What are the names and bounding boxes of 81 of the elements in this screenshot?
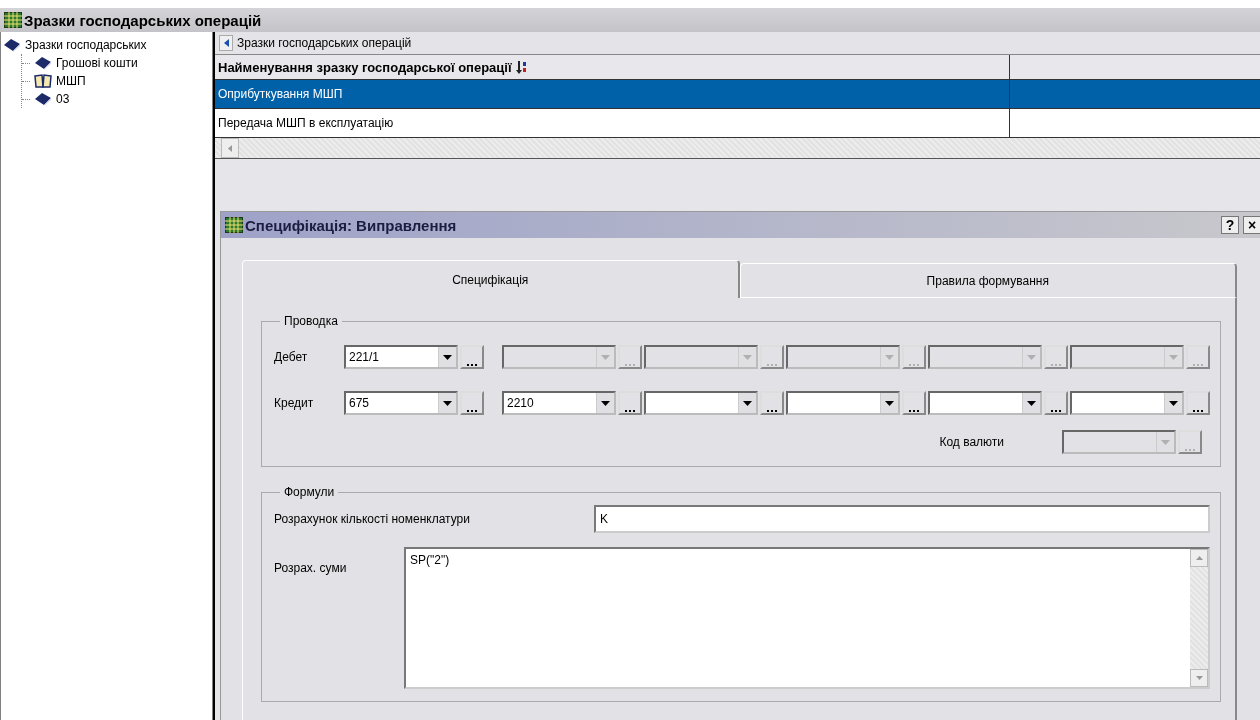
dots-icon <box>909 407 919 413</box>
caret-icon <box>885 354 894 360</box>
tree-item[interactable]: МШП <box>22 72 210 90</box>
table-icon <box>225 217 243 233</box>
text-area[interactable]: SP("2") <box>404 547 1210 689</box>
field-label: Кредит <box>274 396 315 410</box>
field-label: Дебет <box>274 350 309 364</box>
scroll-down-icon <box>1195 676 1203 680</box>
account-dropdown[interactable]: 675 <box>344 391 458 415</box>
account-dropdown[interactable] <box>928 391 1042 415</box>
dots-icon <box>1193 361 1203 367</box>
vertical-scrollbar[interactable] <box>1190 549 1208 687</box>
back-icon <box>223 39 229 47</box>
tab[interactable]: Правила формування <box>739 263 1237 298</box>
table-row[interactable]: Оприбуткування МШП <box>215 80 1260 109</box>
browse-button[interactable] <box>460 391 484 415</box>
field-label: Код валюти <box>939 435 1004 449</box>
dots-icon <box>625 407 635 413</box>
caret-icon <box>1161 439 1170 445</box>
caret-icon <box>1169 354 1178 360</box>
tree-item[interactable]: Грошові кошти <box>22 54 210 72</box>
column-header[interactable]: Найменування зразку господарської операції <box>215 55 1010 79</box>
browse-button[interactable] <box>902 391 926 415</box>
caret-icon <box>1169 400 1178 406</box>
browse-button[interactable] <box>1044 391 1068 415</box>
browse-button[interactable] <box>760 345 784 369</box>
browse-button[interactable] <box>1044 345 1068 369</box>
dots-icon <box>767 407 777 413</box>
tree-item[interactable]: Зразки господарських <box>3 36 210 54</box>
input-field[interactable]: K <box>594 505 1210 533</box>
dots-icon <box>467 361 477 367</box>
group-title: Формули <box>283 485 336 499</box>
table-cell: Передача МШП в експлуатацію <box>218 116 394 130</box>
browse-button[interactable] <box>460 345 484 369</box>
open-book-icon <box>34 74 52 88</box>
caret-icon <box>743 354 752 360</box>
browse-button[interactable] <box>618 345 642 369</box>
caret-icon <box>885 400 894 406</box>
close-button[interactable]: × <box>1243 216 1260 234</box>
caret-icon <box>1027 354 1036 360</box>
scroll-up-icon <box>1195 556 1203 560</box>
dots-icon <box>909 361 919 367</box>
account-dropdown[interactable]: 221/1 <box>344 345 458 369</box>
sort-icon <box>515 60 526 74</box>
field-label: Розрахунок кількості номенклатури <box>274 512 471 526</box>
caret-icon <box>601 400 610 406</box>
group-title: Проводка <box>283 314 339 328</box>
account-dropdown[interactable] <box>644 391 758 415</box>
caret-icon <box>443 354 452 360</box>
help-button[interactable]: ? <box>1221 216 1239 234</box>
scroll-left-icon <box>228 144 232 152</box>
tab[interactable]: Специфікація <box>242 260 740 298</box>
caret-icon <box>443 400 452 406</box>
dots-icon <box>767 361 777 367</box>
tree-item[interactable]: 03 <box>22 90 210 108</box>
browse-button[interactable] <box>618 391 642 415</box>
dots-icon <box>1051 407 1061 413</box>
caret-icon <box>1027 400 1036 406</box>
browse-button[interactable] <box>1186 391 1210 415</box>
dots-icon <box>1193 407 1203 413</box>
browse-button[interactable] <box>760 391 784 415</box>
breadcrumb[interactable]: Зразки господарських операцій <box>237 36 412 50</box>
window-title: Зразки господарських операцій <box>24 11 262 29</box>
field-label: Розрах. суми <box>274 560 348 577</box>
account-dropdown[interactable] <box>1070 391 1184 415</box>
browse-button[interactable] <box>1186 345 1210 369</box>
caret-icon <box>743 400 752 406</box>
horizontal-scrollbar[interactable] <box>215 138 1260 159</box>
dialog-title: Специфікація: Виправлення <box>245 216 457 234</box>
caret-icon <box>601 354 610 360</box>
account-dropdown[interactable] <box>786 391 900 415</box>
dots-icon <box>625 361 635 367</box>
account-dropdown[interactable]: 2210 <box>502 391 616 415</box>
browse-button[interactable] <box>902 345 926 369</box>
dots-icon <box>1185 446 1195 452</box>
dots-icon <box>467 407 477 413</box>
browse-button[interactable] <box>1178 430 1202 454</box>
back-button[interactable] <box>219 35 233 51</box>
table-icon <box>4 12 22 28</box>
dots-icon <box>1051 361 1061 367</box>
table-cell: Оприбуткування МШП <box>218 87 343 101</box>
